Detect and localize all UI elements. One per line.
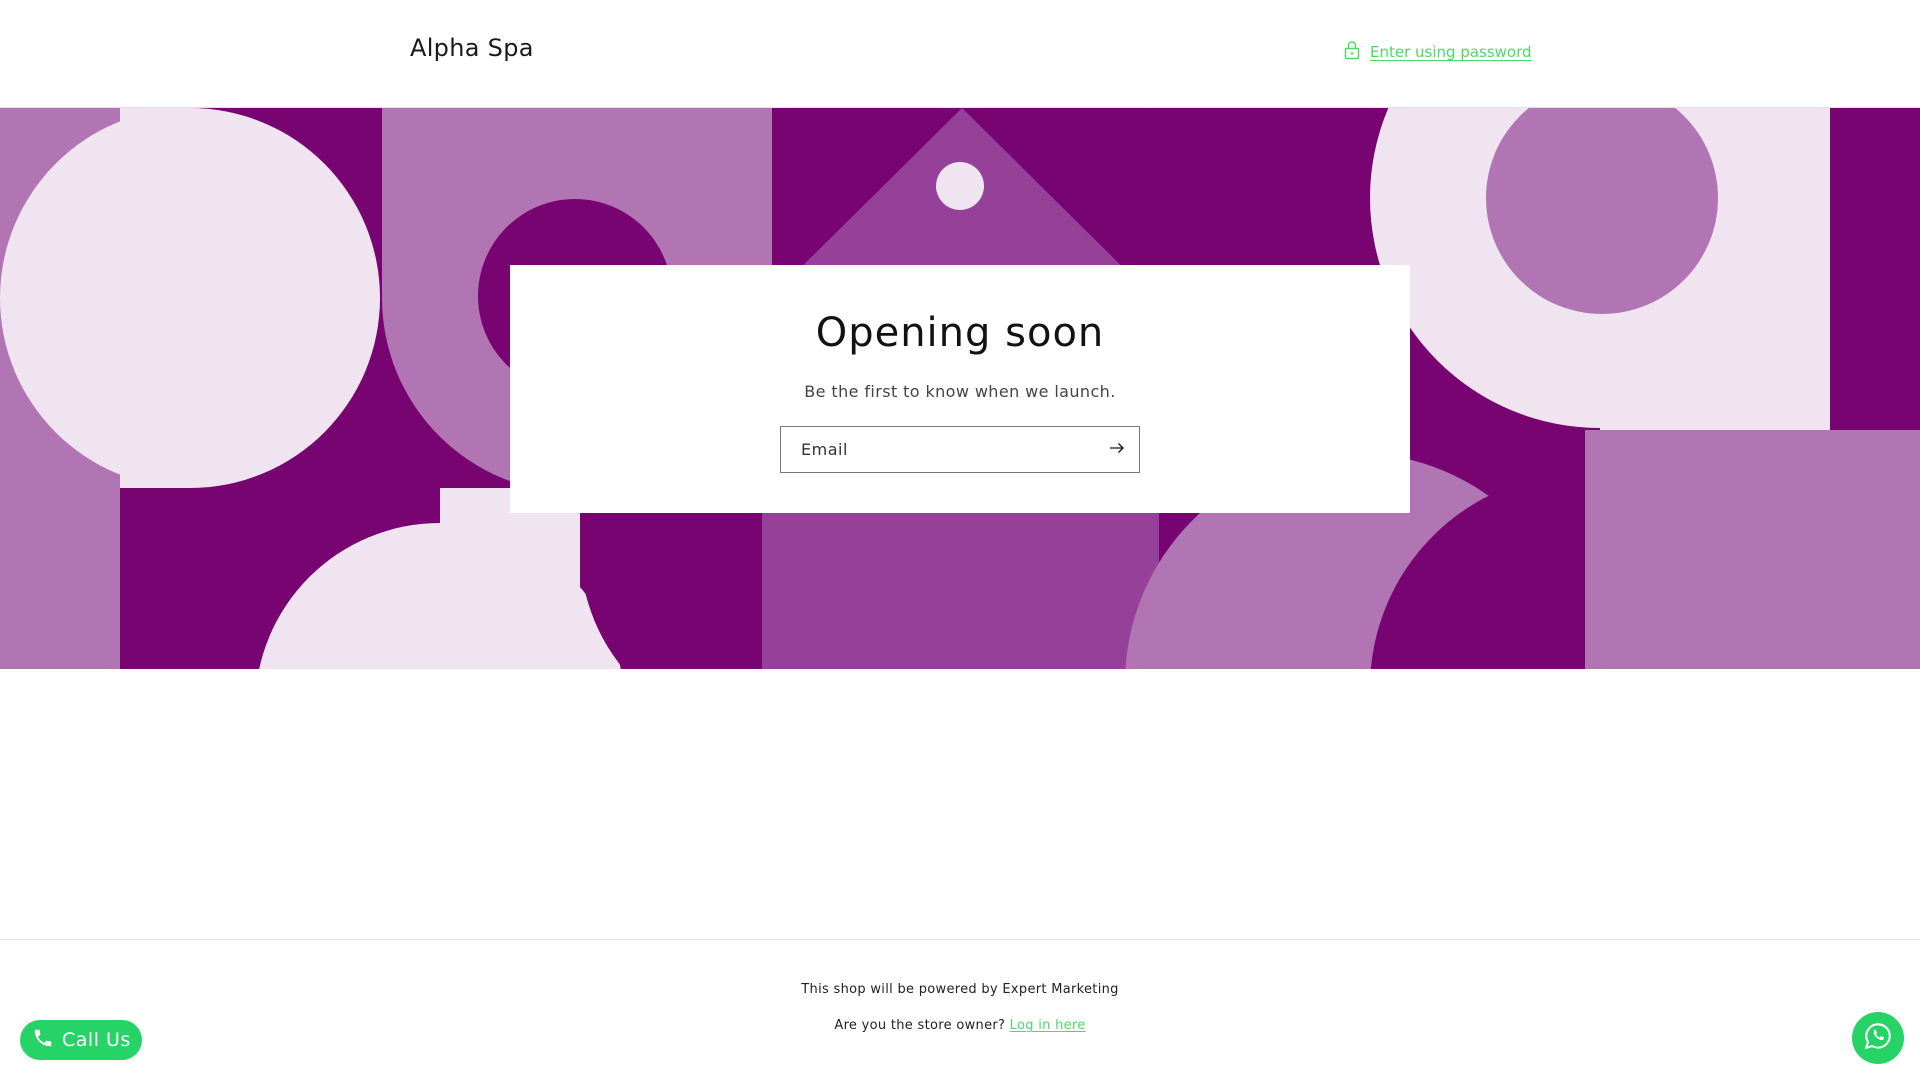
email-input[interactable]	[781, 427, 1091, 472]
powered-by-text: This shop will be powered by Expert Mark…	[801, 982, 1119, 997]
call-us-button[interactable]: Call Us	[20, 1020, 142, 1060]
enter-password-link[interactable]: Enter using password	[1344, 40, 1532, 64]
owner-login-line: Are you the store owner? Log in here	[0, 1018, 1920, 1033]
login-link[interactable]: Log in here	[1010, 1018, 1086, 1033]
site-header: Alpha Spa Enter using password	[0, 0, 1920, 108]
whatsapp-icon	[1863, 1021, 1893, 1055]
arrow-right-icon	[1109, 442, 1125, 457]
owner-prompt: Are you the store owner?	[834, 1018, 1006, 1033]
newsletter-card: Opening soon Be the first to know when w…	[510, 265, 1410, 513]
subscribe-button[interactable]	[1094, 427, 1139, 472]
newsletter-subtitle: Be the first to know when we launch.	[804, 382, 1116, 401]
site-footer: This shop will be powered by Expert Mark…	[0, 939, 1920, 1080]
phone-icon	[32, 1027, 54, 1053]
email-form	[780, 426, 1140, 473]
store-name[interactable]: Alpha Spa	[410, 34, 534, 62]
lock-icon	[1344, 40, 1360, 64]
page-title: Opening soon	[815, 310, 1105, 356]
call-us-label: Call Us	[62, 1029, 131, 1051]
enter-password-label[interactable]: Enter using password	[1370, 43, 1532, 61]
whatsapp-button[interactable]	[1852, 1012, 1904, 1064]
